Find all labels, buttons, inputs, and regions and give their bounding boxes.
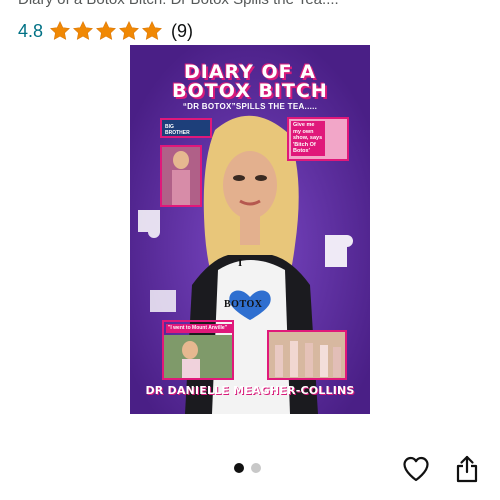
star-icon bbox=[142, 21, 162, 40]
carousel-dot-active[interactable] bbox=[234, 463, 244, 473]
share-icon bbox=[456, 455, 478, 483]
big-brother-inset: BIG BROTHER bbox=[160, 118, 212, 138]
shirt-text-botox: BOTOX bbox=[224, 299, 263, 310]
star-rating bbox=[49, 20, 163, 42]
mount-anville-inset: "I went to Mount Anville" bbox=[162, 320, 234, 380]
review-count[interactable]: (9) bbox=[171, 21, 193, 42]
cover-subtitle: “DR BOTOX”SPILLS THE TEA..... bbox=[182, 102, 318, 111]
product-title[interactable]: Diary of a Botox Bitch: Dr Botox Spills … bbox=[18, 0, 488, 9]
quote-top: Give me my own show, says 'Bitch Of Boto… bbox=[291, 121, 325, 156]
share-button[interactable] bbox=[452, 454, 482, 484]
carousel-indicator bbox=[234, 463, 261, 473]
shirt-text-i: I bbox=[238, 257, 243, 269]
book-cover-image[interactable]: DIARY OF A BOTOX BITCH “DR BOTOX”SPILLS … bbox=[130, 45, 370, 414]
rating-value: 4.8 bbox=[18, 20, 44, 41]
red-carpet-inset bbox=[160, 145, 202, 207]
cover-title-line1: DIARY OF A bbox=[184, 61, 316, 83]
star-icon bbox=[73, 21, 93, 40]
wishlist-button[interactable] bbox=[401, 454, 431, 484]
star-icon bbox=[96, 21, 116, 40]
quote-bottom: "I went to Mount Anville" bbox=[166, 324, 232, 333]
star-icon bbox=[119, 21, 139, 40]
newspaper-inset: Give me my own show, says 'Bitch Of Boto… bbox=[287, 117, 349, 161]
cover-title-line2: BOTOX BITCH bbox=[172, 80, 328, 102]
star-icon bbox=[50, 21, 70, 40]
rating-row[interactable]: 4.8 (9) bbox=[18, 20, 193, 42]
group-photo-inset bbox=[267, 330, 347, 380]
heart-icon bbox=[403, 456, 429, 482]
big-brother-badge: BIG BROTHER bbox=[165, 124, 190, 136]
cover-author: DR DANIELLE MEAGHER-COLLINS bbox=[145, 384, 355, 397]
carousel-dot[interactable] bbox=[251, 463, 261, 473]
